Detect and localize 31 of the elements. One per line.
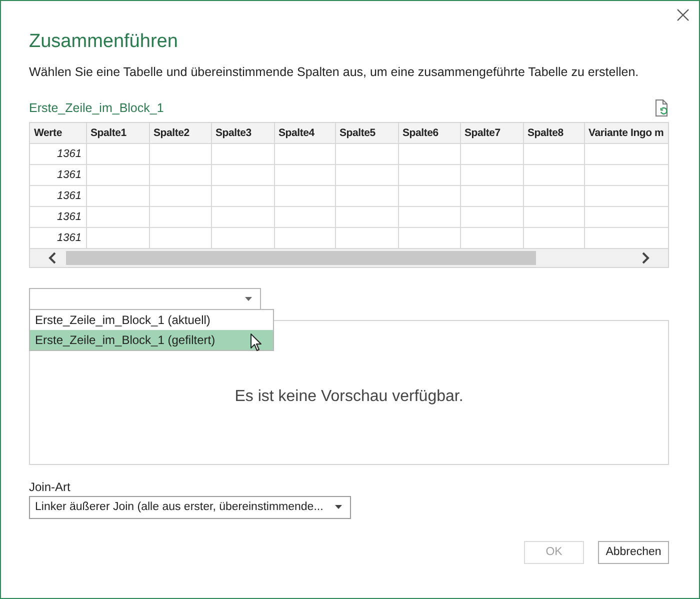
column-header[interactable]: Spalte1 (86, 123, 149, 143)
table-name: Erste_Zeile_im_Block_1 (29, 101, 164, 115)
refresh-document-icon[interactable] (655, 99, 669, 117)
column-header[interactable]: Werte (30, 123, 86, 143)
column-header[interactable]: Variante Ingo m (584, 123, 668, 143)
cancel-button[interactable]: Abbrechen (598, 540, 669, 564)
column-header[interactable]: Spalte4 (274, 123, 335, 143)
description-text: Wählen Sie eine Tabelle und übereinstimmende Spalten aus, um eine zusammengeführte Tabelle zu erstellen. (29, 65, 640, 79)
scroll-left-icon[interactable] (48, 252, 58, 264)
column-header[interactable]: Spalte2 (149, 123, 211, 143)
table-cell: 1361 (30, 143, 86, 164)
column-header[interactable]: Spalte3 (211, 123, 274, 143)
column-header[interactable]: Spalte7 (460, 123, 523, 143)
column-header[interactable]: Spalte5 (335, 123, 398, 143)
caret-icon (335, 505, 342, 509)
column-header[interactable]: Spalte8 (523, 123, 584, 143)
join-type-dropdown[interactable]: Linker äußerer Join (alle aus erster, übereinstimmende... (29, 496, 351, 518)
close-icon[interactable] (677, 9, 689, 21)
caret-icon (245, 296, 252, 300)
horizontal-scrollbar[interactable] (30, 248, 668, 266)
table-cell: 1361 (30, 164, 86, 185)
dropdown-option[interactable]: Erste_Zeile_im_Block_1 (aktuell) (30, 310, 273, 330)
table-cell: 1361 (30, 185, 86, 206)
table-cell: 1361 (30, 227, 86, 248)
join-type-label: Join-Art (29, 480, 72, 494)
dropdown-option[interactable]: Erste_Zeile_im_Block_1 (gefiltert) (30, 330, 273, 350)
scroll-right-icon[interactable] (640, 252, 650, 264)
dialog-title: Zusammenführen (29, 31, 179, 54)
table-cell: 1361 (30, 206, 86, 227)
no-preview-message: Es ist keine Vorschau verfügbar. (234, 388, 464, 406)
column-header[interactable]: Spalte6 (398, 123, 460, 143)
